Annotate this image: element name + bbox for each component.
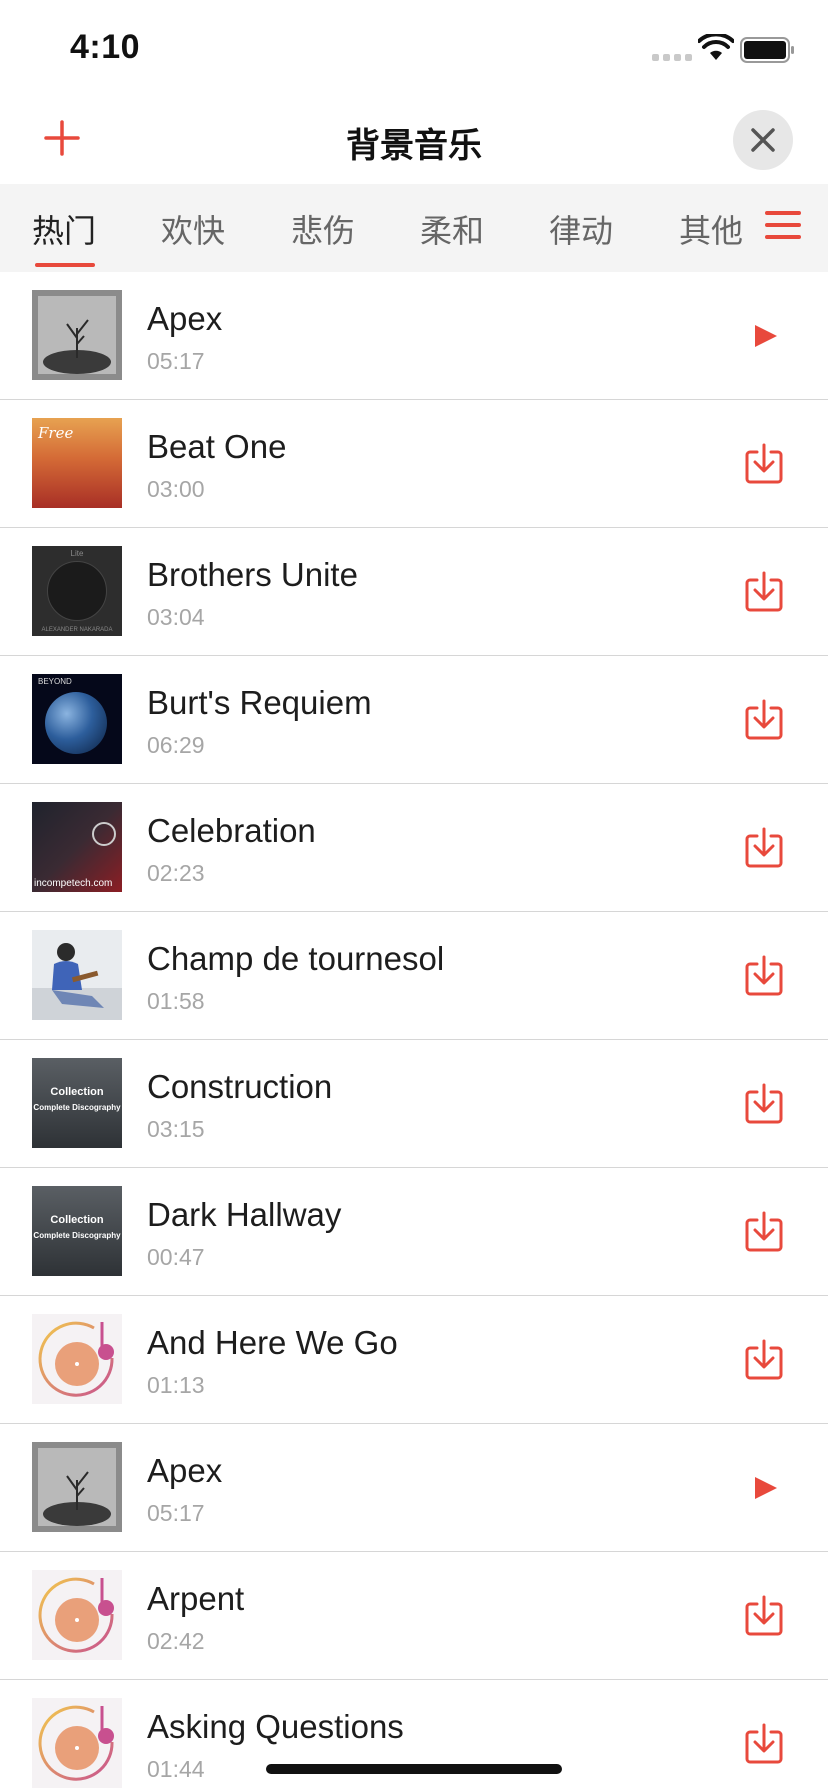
tab-hot[interactable]: 热门: [32, 206, 96, 252]
download-icon[interactable]: [742, 570, 786, 614]
tab-rhythm[interactable]: 律动: [549, 206, 613, 252]
close-button[interactable]: [733, 110, 793, 170]
song-title: Construction: [147, 1068, 333, 1105]
tab-soft[interactable]: 柔和: [420, 206, 484, 252]
song-row[interactable]: Champ de tournesol 01:58: [0, 912, 828, 1040]
music-note-cover-icon: [32, 1698, 122, 1788]
download-icon[interactable]: [742, 1594, 786, 1638]
song-title: Asking Questions: [147, 1708, 404, 1745]
album-cover-tree: [32, 1442, 122, 1532]
cover-text: Collection: [50, 1086, 104, 1098]
song-title: Brothers Unite: [147, 556, 358, 593]
song-title: Burt's Requiem: [147, 684, 372, 721]
download-icon[interactable]: [742, 826, 786, 870]
song-duration: 03:15: [147, 1116, 205, 1142]
cover-text: Collection: [50, 1214, 104, 1226]
song-duration: 02:42: [147, 1628, 205, 1654]
album-cover-dark-circle: Lite ALEXANDER NAKARADA: [32, 546, 122, 636]
song-duration: 03:04: [147, 604, 205, 630]
play-icon[interactable]: [742, 314, 786, 358]
close-icon: [751, 128, 775, 152]
album-cover-dark-red: incompetech.com: [32, 802, 122, 892]
song-duration: 05:17: [147, 1500, 205, 1526]
tab-cheerful[interactable]: 欢快: [161, 206, 225, 252]
cover-text: incompetech.com: [34, 878, 113, 889]
cellular-signal-icon: [652, 54, 692, 61]
cover-text: Complete Discography: [33, 1103, 121, 1112]
album-cover-photo: [32, 930, 122, 1020]
song-row[interactable]: incompetech.com Celebration 02:23: [0, 784, 828, 912]
cover-text: ALEXANDER NAKARADA: [41, 627, 113, 633]
download-icon[interactable]: [742, 1722, 786, 1766]
battery-icon: [740, 37, 794, 63]
category-tabs: 热门 欢快 悲伤 柔和 律动 其他: [0, 184, 828, 272]
song-row[interactable]: Collection Complete Discography Dark Hal…: [0, 1168, 828, 1296]
cover-text: Lite: [70, 549, 84, 558]
active-tab-indicator: [35, 263, 95, 267]
song-row[interactable]: Apex 05:17: [0, 1424, 828, 1552]
song-row[interactable]: Arpent 02:42: [0, 1552, 828, 1680]
song-row[interactable]: Free Beat One 03:00: [0, 400, 828, 528]
music-note-cover-icon: [32, 1314, 122, 1404]
song-title: Apex: [147, 300, 223, 337]
category-menu-button[interactable]: [765, 211, 801, 241]
song-title: Celebration: [147, 812, 316, 849]
song-title: And Here We Go: [147, 1324, 398, 1361]
album-cover-sunset: Free: [32, 418, 122, 508]
cover-text: BEYOND: [38, 677, 72, 686]
song-duration: 01:44: [147, 1756, 205, 1782]
header: 背景音乐: [0, 96, 828, 184]
download-icon[interactable]: [742, 442, 786, 486]
song-row[interactable]: Apex 05:17: [0, 272, 828, 400]
song-title: Apex: [147, 1452, 223, 1489]
song-row[interactable]: Lite ALEXANDER NAKARADA Brothers Unite 0…: [0, 528, 828, 656]
cover-text: Free: [38, 424, 74, 442]
album-cover-collection: Collection Complete Discography: [32, 1186, 122, 1276]
song-duration: 03:00: [147, 476, 205, 502]
song-row[interactable]: Collection Complete Discography Construc…: [0, 1040, 828, 1168]
status-bar: 4:10: [0, 0, 828, 96]
download-icon[interactable]: [742, 1210, 786, 1254]
song-duration: 06:29: [147, 732, 205, 758]
song-title: Arpent: [147, 1580, 245, 1617]
song-duration: 05:17: [147, 348, 205, 374]
page-title: 背景音乐: [346, 127, 482, 165]
download-icon[interactable]: [742, 1082, 786, 1126]
download-icon[interactable]: [742, 954, 786, 998]
music-note-cover-icon: [32, 1570, 122, 1660]
song-duration: 00:47: [147, 1244, 205, 1270]
album-cover-collection: Collection Complete Discography: [32, 1058, 122, 1148]
cover-text: Complete Discography: [33, 1231, 121, 1240]
download-icon[interactable]: [742, 698, 786, 742]
song-duration: 01:58: [147, 988, 205, 1014]
song-row[interactable]: And Here We Go 01:13: [0, 1296, 828, 1424]
home-indicator: [266, 1764, 562, 1774]
song-row[interactable]: BEYOND Burt's Requiem 06:29: [0, 656, 828, 784]
play-icon[interactable]: [742, 1466, 786, 1510]
album-cover-earth: BEYOND: [32, 674, 122, 764]
download-icon[interactable]: [742, 1338, 786, 1382]
song-title: Champ de tournesol: [147, 940, 445, 977]
wifi-icon: [698, 34, 734, 60]
song-duration: 02:23: [147, 860, 205, 886]
song-list: Apex 05:17 Free Beat One 03:00 Lite ALEX…: [0, 272, 828, 1792]
song-row[interactable]: Asking Questions 01:44: [0, 1680, 828, 1792]
song-title: Beat One: [147, 428, 287, 465]
tab-sad[interactable]: 悲伤: [291, 206, 355, 252]
status-time: 4:10: [70, 28, 141, 66]
album-cover-tree: [32, 290, 122, 380]
tab-other[interactable]: 其他: [679, 206, 743, 252]
song-title: Dark Hallway: [147, 1196, 342, 1233]
song-duration: 01:13: [147, 1372, 205, 1398]
